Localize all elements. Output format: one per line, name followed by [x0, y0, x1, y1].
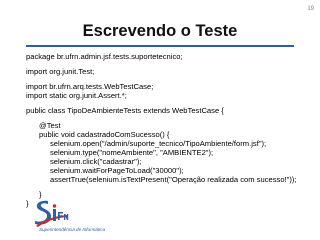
code-line-annotation: @Test [39, 121, 61, 130]
slide-title: Escrevendo o Teste [82, 22, 238, 40]
code-line-method-close: } [39, 190, 42, 199]
code-line-import-static: import static org.junit.Assert.*; [26, 91, 127, 100]
code-line-import: import org.junit.Test; [26, 67, 95, 76]
title-divider [26, 45, 294, 47]
code-line-class-declaration: public class TipoDeAmbienteTests extends… [26, 106, 224, 115]
code-line-statement: assertTrue(selenium.isTextPresent("Opera… [50, 175, 297, 184]
sinfo-logo: Superintendência de Informática [23, 199, 133, 239]
sinfo-logo-icon [35, 200, 69, 227]
code-line-statement: selenium.type("nomeAmbiente", "AMBIENTE2… [50, 148, 214, 157]
code-line-statement: selenium.click("cadastrar"); [50, 157, 142, 166]
code-line-package: package br.ufrn.admin.jsf.tests.suportet… [26, 52, 183, 61]
code-block: package br.ufrn.admin.jsf.tests.suportet… [26, 52, 316, 208]
code-line-method-signature: public void cadastradoComSucesso() { [39, 130, 170, 139]
code-line-statement: selenium.waitForPageToLoad("30000"); [50, 166, 184, 175]
slide-number: 19 [307, 6, 314, 12]
logo-tagline: Superintendência de Informática [39, 227, 106, 232]
code-line-statement: selenium.open("/admin/suporte_tecnico/Ti… [50, 139, 267, 148]
code-line-import: import br.ufrn.arq.tests.WebTestCase; [26, 82, 154, 91]
